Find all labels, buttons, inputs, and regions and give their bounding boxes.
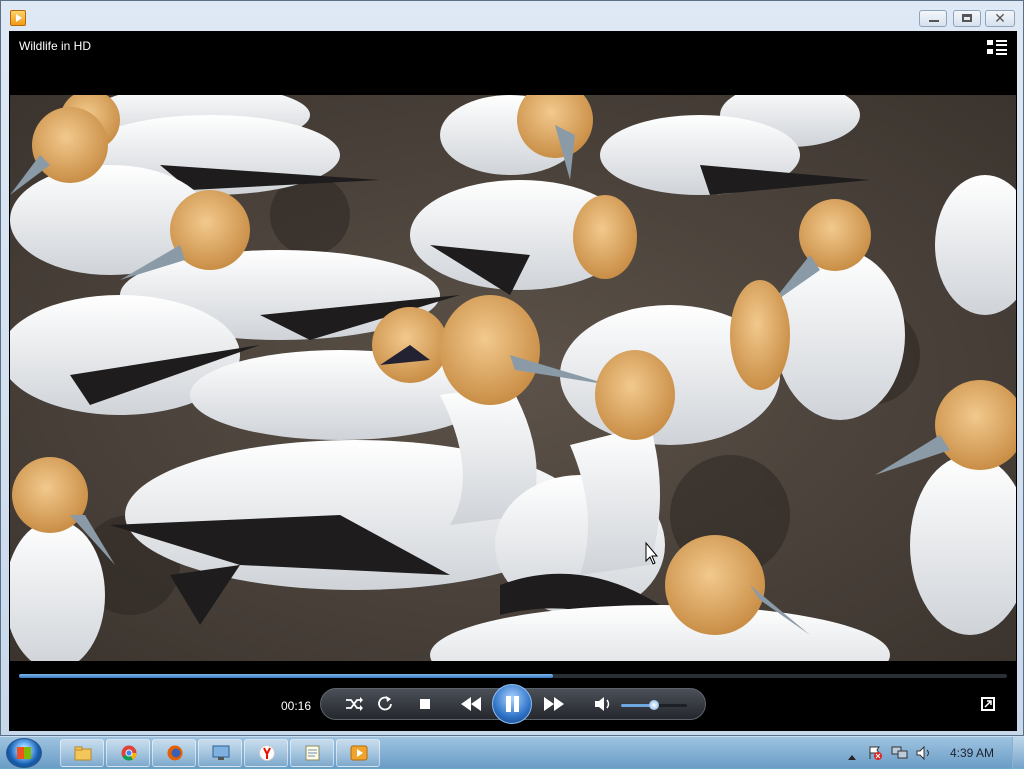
remote-desktop-icon [212,745,230,761]
close-button[interactable]: ✕ [985,10,1015,27]
taskbar: 4:39 AM [0,736,1024,769]
repeat-icon[interactable] [373,693,397,715]
notification-area [843,737,1024,769]
taskbar-yandex-browser[interactable] [244,739,288,767]
switch-to-library-icon[interactable] [987,39,1007,55]
current-time: 00:16 [281,699,312,713]
show-hidden-icons[interactable] [847,748,857,766]
title-bar[interactable]: ✕ [1,1,1023,31]
taskbar-remote-desktop[interactable] [198,739,242,767]
yandex-icon [258,745,276,761]
fullscreen-icon[interactable] [981,697,995,711]
taskbar-notepad[interactable] [290,739,334,767]
folder-icon [74,745,92,761]
pause-button[interactable] [492,684,532,724]
taskbar-firefox[interactable] [152,739,196,767]
maximize-button[interactable] [953,10,981,27]
notepad-icon [304,745,322,761]
taskbar-windows-media-player[interactable] [336,739,380,767]
seek-progress [19,674,553,678]
action-center-icon[interactable] [867,745,883,766]
video-frame[interactable] [10,95,1016,661]
media-player-icon [350,745,368,761]
minimize-button[interactable] [919,10,947,27]
now-playing-area: Wildlife in HD 00:16 [9,31,1017,731]
firefox-icon [166,745,184,761]
taskbar-google-chrome[interactable] [106,739,150,767]
media-player-icon[interactable] [10,10,26,26]
video-title: Wildlife in HD [19,39,92,53]
stop-icon[interactable] [413,693,437,715]
taskbar-clock[interactable]: 4:39 AM [950,746,994,760]
volume-knob[interactable] [649,700,659,710]
start-button[interactable] [6,738,42,768]
volume-icon[interactable] [915,745,933,766]
seek-bar[interactable] [19,674,1007,678]
gannet-colony-image [10,95,1016,661]
close-icon: ✕ [994,10,1006,26]
next-icon[interactable] [539,693,569,715]
taskbar-windows-explorer[interactable] [60,739,104,767]
media-player-window: ✕ Wildlife in HD 00:16 [0,0,1024,736]
shuffle-icon[interactable] [342,693,366,715]
show-desktop-button[interactable] [1012,737,1024,769]
volume-icon[interactable] [591,693,615,715]
volume-slider[interactable] [621,700,687,710]
network-icon[interactable] [891,745,909,766]
previous-icon[interactable] [456,693,486,715]
chrome-icon [120,745,138,761]
